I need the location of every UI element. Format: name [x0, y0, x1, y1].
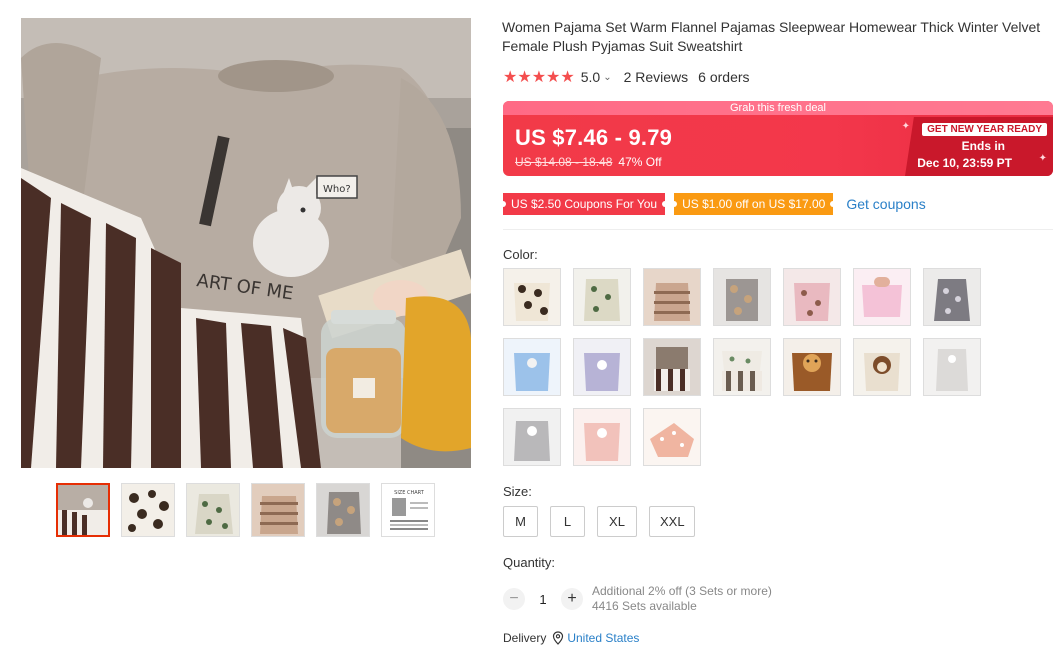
color-swatch-13[interactable] [853, 338, 911, 396]
original-price-row: US $14.08 - 18.48 47% Off [515, 155, 662, 169]
swatch-image [714, 339, 770, 395]
main-product-illustration: Who? ART OF ME [21, 18, 471, 468]
swatch-image [784, 339, 840, 395]
thumbnail-5-image [317, 484, 369, 536]
swatch-image [924, 269, 980, 325]
location-pin-icon [553, 631, 564, 645]
size-chart-label: SIZE CHART [394, 490, 425, 496]
size-option-xxl[interactable]: XXL [649, 506, 695, 537]
coupon-badge-threshold[interactable]: US $1.00 off on US $17.00 [671, 193, 837, 215]
swatch-image [574, 409, 630, 465]
color-swatch-6[interactable] [853, 268, 911, 326]
swatch-image [924, 339, 980, 395]
deal-end-date: Dec 10, 23:59 PT [917, 156, 1012, 170]
swatch-image [574, 269, 630, 325]
color-swatch-5[interactable] [783, 268, 841, 326]
color-swatch-7[interactable] [923, 268, 981, 326]
swatch-image [644, 269, 700, 325]
star-rating: ★ ★ ★ ★ ★ [503, 67, 575, 87]
price-range: US $7.46 - 9.79 [515, 125, 673, 150]
star-icon: ★ [546, 69, 560, 86]
color-swatch-10[interactable] [643, 338, 701, 396]
size-label: Size: [503, 484, 532, 499]
color-swatch-11[interactable] [713, 338, 771, 396]
star-icon: ★ [560, 69, 574, 86]
stock-text: 4416 Sets available [592, 599, 697, 613]
color-swatch-8[interactable] [503, 338, 561, 396]
discount-label: 47% Off [618, 155, 662, 169]
size-chart-image: SIZE CHART [382, 484, 434, 536]
color-swatch-grid [503, 268, 988, 466]
swatch-image [784, 269, 840, 325]
color-swatch-12[interactable] [783, 338, 841, 396]
thumbnail-4[interactable] [251, 483, 305, 537]
swatch-image [644, 409, 700, 465]
swatch-image [504, 339, 560, 395]
ends-in-label: Ends in [961, 139, 1005, 153]
star-icon: ★ [531, 69, 546, 86]
thumbnail-5[interactable] [316, 483, 370, 537]
increase-quantity-button[interactable]: + [561, 588, 583, 610]
thumbnail-4-image [252, 484, 304, 536]
main-product-image[interactable]: Who? ART OF ME [21, 18, 471, 468]
swatch-image [504, 269, 560, 325]
rating-value[interactable]: 5.0 [581, 69, 600, 85]
thumbnail-2-image [122, 484, 174, 536]
speech-bubble-text: Who? [323, 184, 351, 195]
quantity-label: Quantity: [503, 555, 556, 570]
decrease-quantity-button[interactable]: − [503, 588, 525, 610]
sparkle-icon: ✦ [901, 121, 910, 132]
swatch-image [644, 339, 700, 395]
thumbnail-3[interactable] [186, 483, 240, 537]
size-option-xl[interactable]: XL [597, 506, 637, 537]
color-swatch-14[interactable] [923, 338, 981, 396]
thumbnail-1-image [58, 485, 108, 535]
thumbnail-1[interactable] [56, 483, 110, 537]
color-swatch-16[interactable] [573, 408, 631, 466]
thumbnail-3-image [187, 484, 239, 536]
delivery-row: Delivery United States [503, 631, 639, 645]
original-price: US $14.08 - 18.48 [515, 155, 613, 169]
get-coupons-link[interactable]: Get coupons [846, 196, 925, 212]
color-swatch-2[interactable] [573, 268, 631, 326]
color-swatch-15[interactable] [503, 408, 561, 466]
coupon-badge-store[interactable]: US $2.50 Coupons For You [499, 193, 669, 215]
swatch-image [854, 269, 910, 325]
swatch-image [574, 339, 630, 395]
orders-count: 6 orders [698, 69, 750, 85]
delivery-country-link[interactable]: United States [567, 631, 639, 645]
thumbnail-strip: SIZE CHART [56, 483, 435, 537]
swatch-image [854, 339, 910, 395]
chevron-down-icon[interactable]: ⌄ [603, 72, 611, 83]
reviews-link[interactable]: 2 Reviews [624, 69, 689, 85]
color-swatch-3[interactable] [643, 268, 701, 326]
quantity-value[interactable]: 1 [525, 592, 561, 607]
size-option-l[interactable]: L [550, 506, 585, 537]
color-swatch-17[interactable] [643, 408, 701, 466]
deal-banner: Grab this fresh deal US $7.46 - 9.79 US … [503, 101, 1053, 176]
quantity-info: Additional 2% off (3 Sets or more) 4416 … [592, 584, 772, 614]
color-swatch-9[interactable] [573, 338, 631, 396]
color-swatch-1[interactable] [503, 268, 561, 326]
sparkle-icon: ✦ [1038, 153, 1047, 164]
coupon-row: US $2.50 Coupons For You US $1.00 off on… [499, 193, 926, 215]
rating-row: ★ ★ ★ ★ ★ 5.0 ⌄ 2 Reviews 6 orders [503, 67, 750, 87]
swatch-image [504, 409, 560, 465]
color-label: Color: [503, 247, 538, 262]
thumbnail-size-chart[interactable]: SIZE CHART [381, 483, 435, 537]
size-option-m[interactable]: M [503, 506, 538, 537]
star-icon: ★ [503, 69, 517, 86]
bulk-discount-text: Additional 2% off (3 Sets or more) [592, 584, 772, 598]
divider [503, 229, 1053, 230]
size-options: M L XL XXL [503, 506, 695, 537]
thumbnail-2[interactable] [121, 483, 175, 537]
swatch-image [714, 269, 770, 325]
quantity-stepper: − 1 + Additional 2% off (3 Sets or more)… [503, 584, 772, 614]
deal-banner-heading: Grab this fresh deal [503, 101, 1053, 115]
color-swatch-4[interactable] [713, 268, 771, 326]
promo-tag: GET NEW YEAR READY [922, 123, 1047, 136]
star-icon: ★ [517, 69, 531, 86]
delivery-label: Delivery [503, 631, 547, 645]
product-title: Women Pajama Set Warm Flannel Pajamas Sl… [502, 19, 1041, 54]
